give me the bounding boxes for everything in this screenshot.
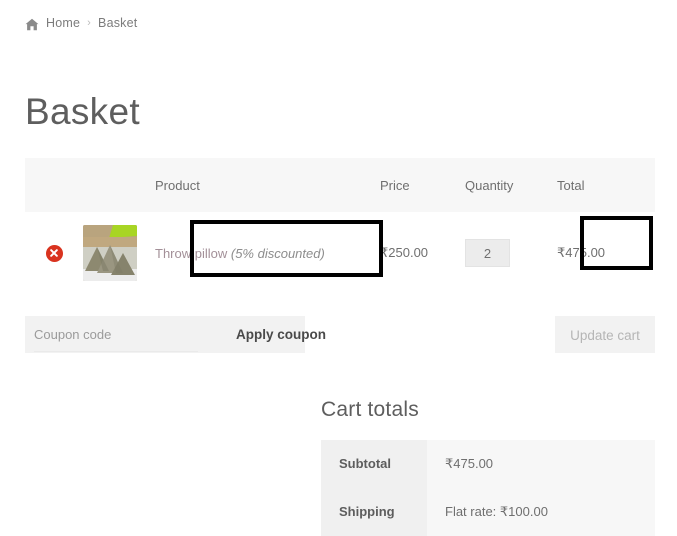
coupon-input[interactable] bbox=[34, 317, 198, 352]
home-icon bbox=[25, 18, 39, 31]
header-quantity: Quantity bbox=[465, 178, 514, 193]
header-remove bbox=[25, 158, 83, 212]
breadcrumb-home-link[interactable]: Home bbox=[46, 16, 80, 30]
product-name: Throw pillow bbox=[155, 245, 228, 261]
cart-header-row: Product Price Quantity Total bbox=[25, 158, 655, 212]
cart-table-body: Throw pillow (5% discounted) ₹250.00 2 ₹… bbox=[25, 212, 655, 294]
apply-coupon-button[interactable]: Apply coupon bbox=[217, 316, 345, 353]
header-product: Product bbox=[155, 178, 200, 193]
breadcrumb-separator-icon: › bbox=[87, 17, 92, 29]
quantity-input[interactable]: 2 bbox=[465, 239, 510, 267]
table-row: Throw pillow (5% discounted) ₹250.00 2 ₹… bbox=[25, 212, 655, 294]
cart-totals-section: Cart totals Subtotal ₹475.00 Shipping Fl… bbox=[321, 398, 655, 536]
total-cell: ₹475.00 bbox=[557, 245, 606, 260]
cart-table: Product Price Quantity Total Throw pillo… bbox=[25, 158, 655, 294]
product-thumbnail[interactable] bbox=[83, 225, 137, 281]
page-title: Basket bbox=[25, 91, 140, 132]
product-cell: Throw pillow (5% discounted) bbox=[155, 212, 380, 294]
subtotal-label: Subtotal bbox=[321, 440, 427, 488]
remove-circle-icon[interactable] bbox=[45, 244, 63, 262]
cart-totals-table: Subtotal ₹475.00 Shipping Flat rate: ₹10… bbox=[321, 440, 655, 536]
totals-row-subtotal: Subtotal ₹475.00 bbox=[321, 440, 655, 488]
coupon-row: Apply coupon Update cart bbox=[25, 316, 655, 353]
update-cart-button[interactable]: Update cart bbox=[555, 316, 655, 353]
product-name-link[interactable]: Throw pillow (5% discounted) bbox=[155, 246, 325, 261]
cart-totals-title: Cart totals bbox=[321, 398, 419, 421]
breadcrumb: Home › Basket bbox=[25, 16, 137, 30]
quantity-cell: 2 bbox=[465, 212, 557, 294]
thumbnail-cell bbox=[83, 212, 155, 294]
header-total: Total bbox=[557, 178, 585, 193]
header-price: Price bbox=[380, 178, 410, 193]
cart-table-head: Product Price Quantity Total bbox=[25, 158, 655, 212]
header-thumbnail bbox=[83, 158, 155, 212]
subtotal-value: ₹475.00 bbox=[427, 440, 655, 488]
breadcrumb-current: Basket bbox=[98, 16, 138, 30]
price-cell: ₹250.00 bbox=[380, 245, 429, 260]
product-discount-note: (5% discounted) bbox=[230, 245, 325, 261]
remove-cell bbox=[25, 212, 83, 294]
